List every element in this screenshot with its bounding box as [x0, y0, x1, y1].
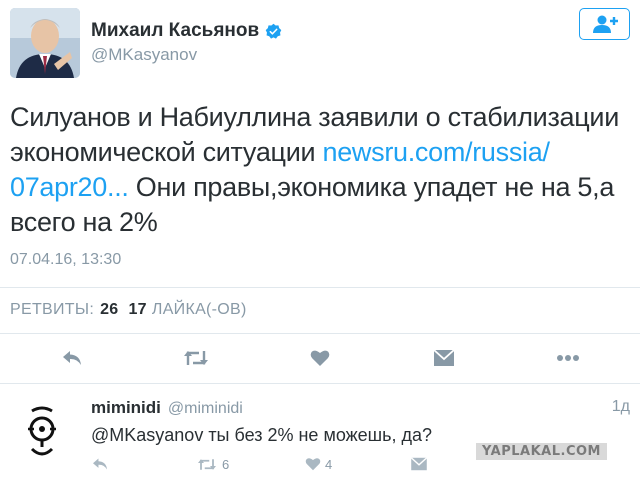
retweets-count[interactable]: 26	[100, 301, 118, 319]
retweet-icon	[184, 351, 208, 365]
reply-author-handle[interactable]: @miminidi	[168, 400, 243, 418]
heart-icon	[310, 350, 330, 366]
tweet-timestamp[interactable]: 07.04.16, 13:30	[10, 251, 121, 269]
reply-retweet-button[interactable]: 6	[196, 453, 229, 475]
reply-icon	[63, 351, 81, 365]
retweets-label[interactable]: РЕТВИТЫ:	[10, 301, 94, 319]
like-button[interactable]	[304, 342, 336, 374]
tweet-header: Михаил Касьянов @MKasyanov	[10, 8, 630, 80]
more-icon	[557, 355, 579, 361]
author-handle[interactable]: @MKasyanov	[91, 45, 197, 65]
divider	[0, 333, 640, 334]
reply-retweet-count: 6	[222, 456, 230, 472]
verified-icon	[265, 23, 282, 39]
tweet-stats: РЕТВИТЫ: 26 17 ЛАЙКА(-ОВ)	[10, 301, 247, 319]
retweet-icon	[198, 458, 216, 470]
reply-button[interactable]	[56, 342, 88, 374]
likes-count[interactable]: 17	[128, 301, 146, 319]
reply-reply-button[interactable]	[91, 453, 109, 475]
tweet-text: Силуанов и Набиуллина заявили о стабилиз…	[10, 100, 622, 240]
dm-button[interactable]	[428, 342, 460, 374]
divider	[0, 287, 640, 288]
divider	[0, 383, 640, 384]
follow-button[interactable]	[579, 8, 630, 40]
reply-author-name[interactable]: miminidi	[91, 398, 161, 418]
likes-label[interactable]: ЛАЙКА(-ОВ)	[152, 301, 247, 319]
avatar-photo	[10, 8, 80, 78]
tweet-actions	[0, 342, 640, 374]
envelope-icon	[410, 457, 428, 471]
reply-like-button[interactable]: 4	[305, 453, 332, 475]
reply-dm-button[interactable]	[410, 453, 428, 475]
reply-icon	[93, 458, 107, 470]
author-avatar[interactable]	[10, 8, 80, 78]
heart-icon	[305, 458, 321, 471]
retweet-button[interactable]	[180, 342, 212, 374]
reply-time[interactable]: 1д	[612, 398, 630, 416]
author-name-row: Михаил Касьянов	[91, 20, 282, 42]
reply-header: miminidi @miminidi	[91, 398, 243, 418]
author-name[interactable]: Михаил Касьянов	[91, 20, 259, 42]
watermark: YAPLAKAL.COM	[476, 443, 607, 460]
follow-icon	[592, 15, 618, 33]
more-button[interactable]	[552, 342, 584, 374]
envelope-icon	[433, 349, 455, 366]
reply-like-count: 4	[325, 456, 333, 472]
reply-text: @MKasyanov ты без 2% не можешь, да?	[91, 425, 433, 445]
